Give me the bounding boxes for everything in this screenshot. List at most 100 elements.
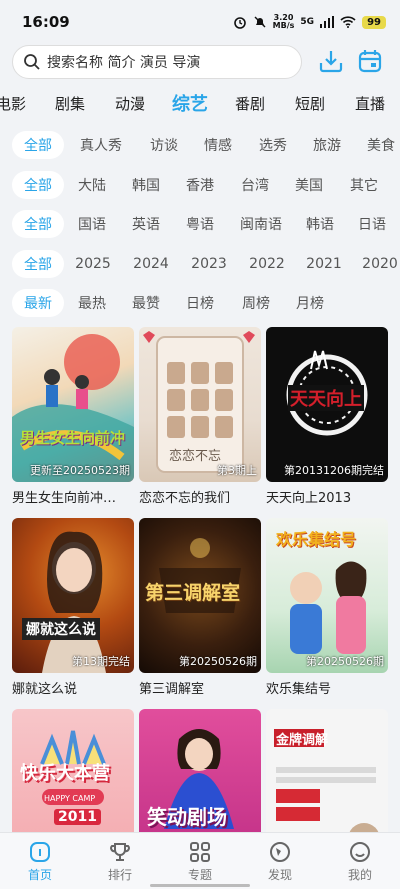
filter-year-2020[interactable]: 2020 [352,256,400,272]
show-card[interactable]: 男生女生向前冲 更新至20250523期 男生女生向前冲… [12,327,134,518]
show-poster: 恋恋不忘 第3期上 [139,327,261,482]
nav-ranking[interactable]: 排行 [90,840,150,883]
filter-year-2025[interactable]: 2025 [64,256,122,272]
category-tabs: 电影 剧集 动漫 综艺 番剧 短剧 直播 [0,88,400,118]
grid-icon [190,841,210,862]
nav-topics[interactable]: 专题 [170,840,230,883]
episode-badge: 第13期完结 [72,655,130,668]
nav-label: 我的 [347,867,372,882]
episode-badge: 第3期上 [217,464,257,477]
show-card[interactable]: 天天向上 第20131206期完结 天天向上2013 [266,327,388,518]
show-title: 天天向上2013 [266,491,352,506]
poster-title: 男生女生向前冲 [20,429,126,447]
nav-label: 排行 [107,867,132,882]
poster-year: 2011 [54,809,101,825]
filter-region-other[interactable]: 其它 [336,175,392,195]
poster-title: 恋恋不忘 [169,449,222,464]
tab-series[interactable]: 剧集 [40,93,100,114]
poster-title: 欢乐集结号 [276,530,357,549]
sort-most-liked[interactable]: 最赞 [120,293,172,313]
poster-title: 娜就这么说 [22,618,100,640]
show-poster: 第三调解室 第20250526期 [139,518,261,673]
nav-profile[interactable]: 我的 [330,840,390,883]
poster-title: 快乐大本营 [20,763,110,784]
filter-type-all[interactable]: 全部 [12,131,64,159]
smile-icon [350,841,370,862]
sort-daily[interactable]: 日榜 [172,293,228,313]
filter-lang-mandarin[interactable]: 国语 [64,214,120,234]
nav-label: 专题 [187,867,212,882]
show-poster: 天天向上 第20131206期完结 [266,327,388,482]
poster-art [12,334,134,482]
tab-anime[interactable]: 动漫 [100,93,160,114]
filter-region-taiwan[interactable]: 台湾 [228,175,282,195]
show-poster: 娜就这么说 第13期完结 [12,518,134,673]
filter-lang-english[interactable]: 英语 [120,214,172,234]
filter-type-reality[interactable]: 真人秀 [64,135,138,155]
show-title: 欢乐集结号 [266,682,332,697]
search-input[interactable]: 搜索名称 简介 演员 导演 [12,45,302,79]
home-icon [30,841,50,862]
filter-type-talk[interactable]: 访谈 [138,135,190,155]
show-card[interactable]: 恋恋不忘 第3期上 恋恋不忘的我们 [139,327,261,518]
tab-movies[interactable]: 电影 [0,93,40,114]
poster-art [42,531,106,673]
status-time: 16:09 [22,13,70,31]
search-icon [24,54,40,70]
filter-region-usa[interactable]: 美国 [282,175,336,195]
filter-year-2021[interactable]: 2021 [296,256,352,272]
nav-home[interactable]: 首页 [10,840,70,883]
signal-icon [320,16,335,28]
filter-type-food[interactable]: 美食 [354,135,400,155]
filter-year-2024[interactable]: 2024 [122,256,180,272]
download-icon[interactable] [318,48,344,74]
filter-lang-cantonese[interactable]: 粤语 [172,214,228,234]
episode-badge: 更新至20250523期 [30,464,130,477]
show-title: 第三调解室 [139,682,205,697]
show-title: 男生女生向前冲… [12,491,117,506]
wifi-icon [340,16,356,28]
filter-lang-all[interactable]: 全部 [12,210,64,238]
filter-type-talent[interactable]: 选秀 [246,135,300,155]
nav-label: 发现 [267,867,292,882]
show-card[interactable]: 第三调解室 第20250526期 第三调解室 [139,518,261,709]
filter-lang-japanese[interactable]: 日语 [346,214,398,234]
filter-year-2023[interactable]: 2023 [180,256,238,272]
episode-badge: 第20250526期 [306,655,384,668]
filter-type-row: 全部 真人秀 访谈 情感 选秀 旅游 美食 [12,130,400,160]
sort-weekly[interactable]: 周榜 [228,293,284,313]
filter-type-travel[interactable]: 旅游 [300,135,354,155]
show-card[interactable]: 欢乐集结号 第20250526期 欢乐集结号 [266,518,388,709]
filter-region-row: 全部 大陆 韩国 香港 台湾 美国 其它 [12,170,400,200]
search-placeholder: 搜索名称 简介 演员 导演 [47,55,201,71]
home-indicator[interactable] [150,884,250,887]
nav-label: 首页 [27,867,52,882]
filter-lang-korean[interactable]: 韩语 [294,214,346,234]
show-card[interactable]: 娜就这么说 第13期完结 娜就这么说 [12,518,134,709]
filter-language-row: 全部 国语 英语 粤语 闽南语 韩语 日语 [12,209,400,239]
tab-short-drama[interactable]: 短剧 [280,93,340,114]
show-title: 恋恋不忘的我们 [139,491,231,506]
filter-year-row: 全部 2025 2024 2023 2022 2021 2020 [12,249,400,279]
filter-region-all[interactable]: 全部 [12,171,64,199]
poster-title: 金牌调解 [276,733,329,748]
filter-lang-minnan[interactable]: 闽南语 [228,214,294,234]
tab-live[interactable]: 直播 [340,93,400,114]
filter-year-2022[interactable]: 2022 [238,256,296,272]
episode-badge: 第20131206期完结 [284,464,384,477]
sort-latest[interactable]: 最新 [12,289,64,317]
compass-icon [270,841,290,862]
sort-hottest[interactable]: 最热 [64,293,120,313]
tab-variety[interactable]: 综艺 [160,90,220,116]
nav-discover[interactable]: 发现 [250,840,310,883]
sort-monthly[interactable]: 月榜 [284,293,336,313]
filter-region-korea[interactable]: 韩国 [120,175,172,195]
filter-type-emotion[interactable]: 情感 [190,135,246,155]
filter-region-mainland[interactable]: 大陆 [64,175,120,195]
episode-badge: 第20250526期 [179,655,257,668]
calendar-icon[interactable] [357,48,383,74]
net-speed: 3.20 MB/s [272,13,295,30]
tab-bangumi[interactable]: 番剧 [220,93,280,114]
filter-year-all[interactable]: 全部 [12,250,64,278]
filter-region-hongkong[interactable]: 香港 [172,175,228,195]
